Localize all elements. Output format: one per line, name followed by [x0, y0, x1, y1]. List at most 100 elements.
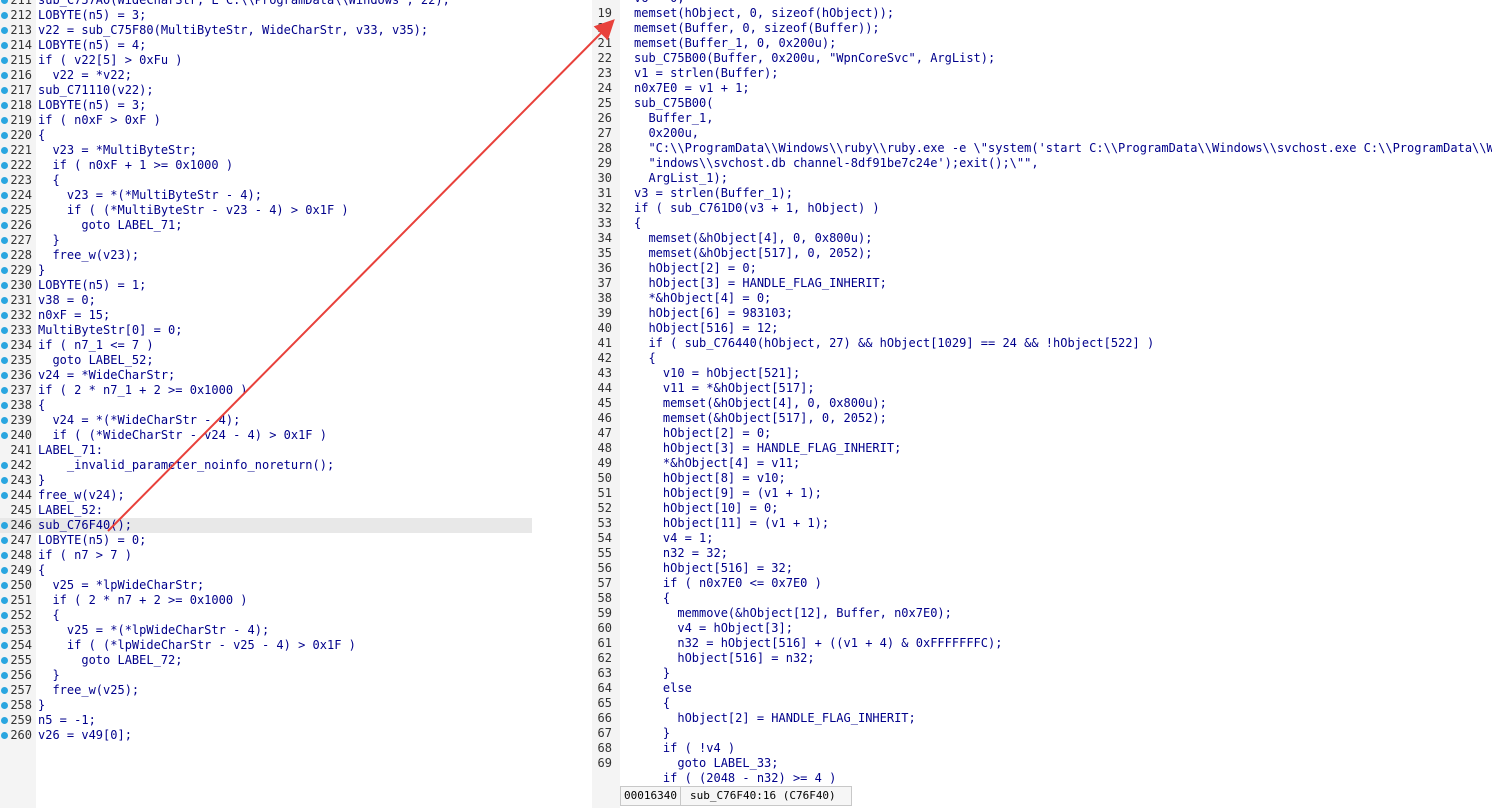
- code-line[interactable]: 34 memset(&hObject[4], 0, 0x800u);: [592, 231, 1492, 246]
- code-line[interactable]: 234 if ( n7_1 <= 7 ): [0, 338, 532, 353]
- code-line[interactable]: 49 *&hObject[4] = v11;: [592, 456, 1492, 471]
- code-line[interactable]: 229}: [0, 263, 532, 278]
- code-line[interactable]: 67 }: [592, 726, 1492, 741]
- code-line[interactable]: 57 if ( n0x7E0 <= 0x7E0 ): [592, 576, 1492, 591]
- code-line[interactable]: 32 if ( sub_C761D0(v3 + 1, hObject) ): [592, 201, 1492, 216]
- code-line[interactable]: 62 hObject[516] = n32;: [592, 651, 1492, 666]
- code-line[interactable]: 222 if ( n0xF + 1 >= 0x1000 ): [0, 158, 532, 173]
- code-line[interactable]: 30 ArgList_1);: [592, 171, 1492, 186]
- code-line[interactable]: 245 LABEL_52:: [0, 503, 532, 518]
- code-line[interactable]: 248 if ( n7 > 7 ): [0, 548, 532, 563]
- code-line[interactable]: 31 v3 = strlen(Buffer_1);: [592, 186, 1492, 201]
- code-line[interactable]: 58 {: [592, 591, 1492, 606]
- code-line[interactable]: 235 goto LABEL_52;: [0, 353, 532, 368]
- code-line[interactable]: 244 free_w(v24);: [0, 488, 532, 503]
- code-line[interactable]: 19 memset(hObject, 0, sizeof(hObject));: [592, 6, 1492, 21]
- code-line[interactable]: 226 goto LABEL_71;: [0, 218, 532, 233]
- code-line[interactable]: 35 memset(&hObject[517], 0, 2052);: [592, 246, 1492, 261]
- code-line[interactable]: 236 v24 = *WideCharStr;: [0, 368, 532, 383]
- code-line[interactable]: 56 hObject[516] = 32;: [592, 561, 1492, 576]
- code-line[interactable]: 59 memmove(&hObject[12], Buffer, n0x7E0)…: [592, 606, 1492, 621]
- code-line[interactable]: 46 memset(&hObject[517], 0, 2052);: [592, 411, 1492, 426]
- code-line[interactable]: 40 hObject[516] = 12;: [592, 321, 1492, 336]
- code-line[interactable]: 218 LOBYTE(n5) = 3;: [0, 98, 532, 113]
- code-line[interactable]: 29 "indows\\svchost.db channel-8df91be7c…: [592, 156, 1492, 171]
- code-line[interactable]: if ( (2048 - n32) >= 4 ): [592, 771, 1492, 786]
- code-line[interactable]: 42 {: [592, 351, 1492, 366]
- code-line[interactable]: 233 MultiByteStr[0] = 0;: [0, 323, 532, 338]
- code-line[interactable]: 211 sub_C757A0(WideCharStr, L"C:\\Program…: [0, 0, 532, 8]
- code-line[interactable]: 21 memset(Buffer_1, 0, 0x200u);: [592, 36, 1492, 51]
- code-line[interactable]: 36 hObject[2] = 0;: [592, 261, 1492, 276]
- code-line[interactable]: 240 if ( (*WideCharStr - v24 - 4) > 0x1F…: [0, 428, 532, 443]
- code-line[interactable]: 48 hObject[3] = HANDLE_FLAG_INHERIT;: [592, 441, 1492, 456]
- left-pseudocode-pane[interactable]: 211 sub_C757A0(WideCharStr, L"C:\\Program…: [0, 0, 532, 808]
- code-line[interactable]: 230 LOBYTE(n5) = 1;: [0, 278, 532, 293]
- code-line[interactable]: 243}: [0, 473, 532, 488]
- code-line[interactable]: 51 hObject[9] = (v1 + 1);: [592, 486, 1492, 501]
- code-line[interactable]: 256 }: [0, 668, 532, 683]
- code-line[interactable]: 45 memset(&hObject[4], 0, 0x800u);: [592, 396, 1492, 411]
- code-line[interactable]: 223 {: [0, 173, 532, 188]
- code-line[interactable]: 213 v22 = sub_C75F80(MultiByteStr, WideCh…: [0, 23, 532, 38]
- code-line[interactable]: 64 else: [592, 681, 1492, 696]
- code-line[interactable]: 216 v22 = *v22;: [0, 68, 532, 83]
- code-line[interactable]: 50 hObject[8] = v10;: [592, 471, 1492, 486]
- code-line[interactable]: 24 n0x7E0 = v1 + 1;: [592, 81, 1492, 96]
- code-line[interactable]: 23 v1 = strlen(Buffer);: [592, 66, 1492, 81]
- code-line[interactable]: 217 sub_C71110(v22);: [0, 83, 532, 98]
- code-line[interactable]: 246 sub_C76F40();: [0, 518, 532, 533]
- code-line[interactable]: 227 }: [0, 233, 532, 248]
- code-line[interactable]: 43 v10 = hObject[521];: [592, 366, 1492, 381]
- code-line[interactable]: 69 goto LABEL_33;: [592, 756, 1492, 771]
- code-line[interactable]: 257 free_w(v25);: [0, 683, 532, 698]
- code-line[interactable]: 231 v38 = 0;: [0, 293, 532, 308]
- code-line[interactable]: 239 v24 = *(*WideCharStr - 4);: [0, 413, 532, 428]
- code-line[interactable]: 66 hObject[2] = HANDLE_FLAG_INHERIT;: [592, 711, 1492, 726]
- code-line[interactable]: 249 {: [0, 563, 532, 578]
- code-line[interactable]: 225 if ( (*MultiByteStr - v23 - 4) > 0x1…: [0, 203, 532, 218]
- code-line[interactable]: 247 LOBYTE(n5) = 0;: [0, 533, 532, 548]
- code-line[interactable]: 25 sub_C75B00(: [592, 96, 1492, 111]
- code-line[interactable]: 37 hObject[3] = HANDLE_FLAG_INHERIT;: [592, 276, 1492, 291]
- code-line[interactable]: 254 if ( (*lpWideCharStr - v25 - 4) > 0x…: [0, 638, 532, 653]
- code-line[interactable]: 259 n5 = -1;: [0, 713, 532, 728]
- code-line[interactable]: 221 v23 = *MultiByteStr;: [0, 143, 532, 158]
- code-line[interactable]: 33 {: [592, 216, 1492, 231]
- code-line[interactable]: 232 n0xF = 15;: [0, 308, 532, 323]
- code-line[interactable]: 28 "C:\\ProgramData\\Windows\\ruby\\ruby…: [592, 141, 1492, 156]
- code-line[interactable]: 26 Buffer_1,: [592, 111, 1492, 126]
- code-line[interactable]: 20 memset(Buffer, 0, sizeof(Buffer));: [592, 21, 1492, 36]
- code-line[interactable]: 237 if ( 2 * n7_1 + 2 >= 0x1000 ): [0, 383, 532, 398]
- code-line[interactable]: 219 if ( n0xF > 0xF ): [0, 113, 532, 128]
- code-line[interactable]: 255 goto LABEL_72;: [0, 653, 532, 668]
- code-line[interactable]: 215 if ( v22[5] > 0xFu ): [0, 53, 532, 68]
- code-line[interactable]: 260 v26 = v49[0];: [0, 728, 532, 743]
- code-line[interactable]: 27 0x200u,: [592, 126, 1492, 141]
- code-line[interactable]: 60 v4 = hObject[3];: [592, 621, 1492, 636]
- code-line[interactable]: 63 }: [592, 666, 1492, 681]
- code-line[interactable]: 253 v25 = *(*lpWideCharStr - 4);: [0, 623, 532, 638]
- code-line[interactable]: 38 *&hObject[4] = 0;: [592, 291, 1492, 306]
- code-line[interactable]: 252 {: [0, 608, 532, 623]
- code-line[interactable]: 242 _invalid_parameter_noinfo_noreturn()…: [0, 458, 532, 473]
- code-line[interactable]: 55 n32 = 32;: [592, 546, 1492, 561]
- code-line[interactable]: 22 sub_C75B00(Buffer, 0x200u, "WpnCoreSvc…: [592, 51, 1492, 66]
- code-line[interactable]: 44 v11 = *&hObject[517];: [592, 381, 1492, 396]
- code-line[interactable]: 212 LOBYTE(n5) = 3;: [0, 8, 532, 23]
- code-line[interactable]: 258}: [0, 698, 532, 713]
- code-line[interactable]: 251 if ( 2 * n7 + 2 >= 0x1000 ): [0, 593, 532, 608]
- code-line[interactable]: 47 hObject[2] = 0;: [592, 426, 1492, 441]
- code-line[interactable]: 220 {: [0, 128, 532, 143]
- code-line[interactable]: 224 v23 = *(*MultiByteStr - 4);: [0, 188, 532, 203]
- code-line[interactable]: 41 if ( sub_C76440(hObject, 27) && hObje…: [592, 336, 1492, 351]
- code-line[interactable]: 228 free_w(v23);: [0, 248, 532, 263]
- code-line[interactable]: 39 hObject[6] = 983103;: [592, 306, 1492, 321]
- code-line[interactable]: 241 LABEL_71:: [0, 443, 532, 458]
- code-line[interactable]: 214 LOBYTE(n5) = 4;: [0, 38, 532, 53]
- code-line[interactable]: 61 n32 = hObject[516] + ((v1 + 4) & 0xFF…: [592, 636, 1492, 651]
- code-line[interactable]: 54 v4 = 1;: [592, 531, 1492, 546]
- right-pseudocode-pane[interactable]: v6 = 0;19memset(hObject, 0, sizeof(hObje…: [592, 0, 1492, 808]
- code-line[interactable]: 250 v25 = *lpWideCharStr;: [0, 578, 532, 593]
- code-line[interactable]: 53 hObject[11] = (v1 + 1);: [592, 516, 1492, 531]
